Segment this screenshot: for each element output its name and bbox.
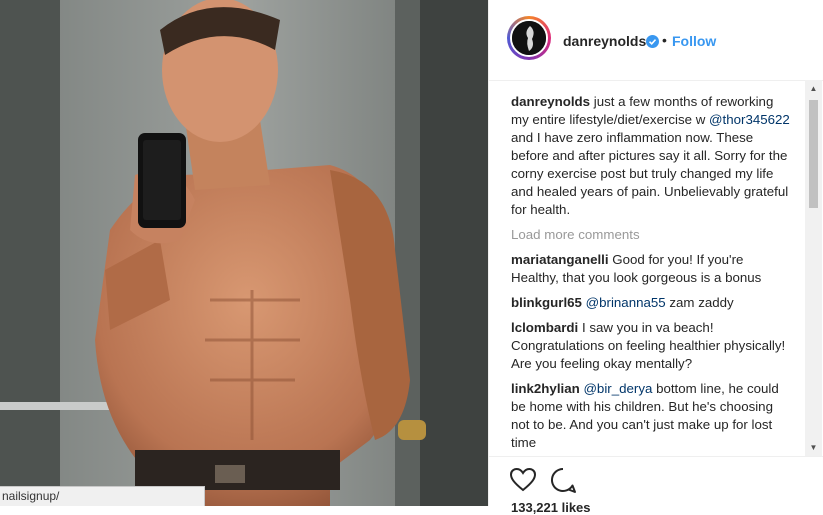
comments-scrollbar[interactable]: ▲ ▼: [805, 80, 822, 456]
comment-item: lclombardi I saw you in va beach! Congra…: [511, 319, 791, 373]
comment-username[interactable]: lclombardi: [511, 320, 578, 335]
post-header: danreynolds • Follow: [489, 0, 823, 81]
post-photo[interactable]: [0, 0, 488, 506]
post-caption: danreynolds just a few months of reworki…: [511, 93, 791, 219]
comment-mention[interactable]: @brinanna55: [586, 295, 666, 310]
scrollbar-thumb[interactable]: [809, 100, 818, 208]
browser-status-bar: nailsignup/: [0, 486, 205, 506]
load-more-comments-button[interactable]: Load more comments: [511, 226, 791, 244]
follow-button[interactable]: Follow: [672, 33, 716, 49]
header-username[interactable]: danreynolds: [563, 33, 646, 49]
post-side-panel: danreynolds • Follow danreynolds just a …: [488, 0, 823, 515]
actions-divider: [489, 456, 823, 457]
scroll-down-arrow-icon[interactable]: ▼: [805, 439, 822, 456]
scroll-up-arrow-icon[interactable]: ▲: [805, 80, 822, 97]
header-separator: •: [662, 32, 667, 48]
avatar[interactable]: [507, 16, 551, 60]
caption-text-2: and I have zero inflammation now. These …: [511, 130, 789, 217]
comment-mention[interactable]: @bir_derya: [583, 381, 652, 396]
caption-username[interactable]: danreynolds: [511, 94, 590, 109]
comment-username[interactable]: blinkgurl65: [511, 295, 582, 310]
comment-username[interactable]: link2hylian: [511, 381, 580, 396]
comment-item: link2hylian @bir_derya bottom line, he c…: [511, 380, 791, 452]
comment-item: mariatanganelli Good for you! If you're …: [511, 251, 791, 287]
verified-badge-icon: [646, 35, 659, 48]
likes-count[interactable]: 133,221 likes: [511, 500, 591, 515]
heart-icon[interactable]: [509, 466, 537, 494]
comment-item: blinkgurl65 @brinanna55 zam zaddy: [511, 294, 791, 312]
comment-text: zam zaddy: [665, 295, 734, 310]
caption-mention[interactable]: @thor345622: [709, 112, 790, 127]
comment-bubble-icon[interactable]: [549, 466, 577, 494]
comments-list: danreynolds just a few months of reworki…: [511, 93, 791, 453]
comment-username[interactable]: mariatanganelli: [511, 252, 609, 267]
mirror-selfie-image: [0, 0, 488, 506]
avatar-image: [512, 21, 546, 55]
